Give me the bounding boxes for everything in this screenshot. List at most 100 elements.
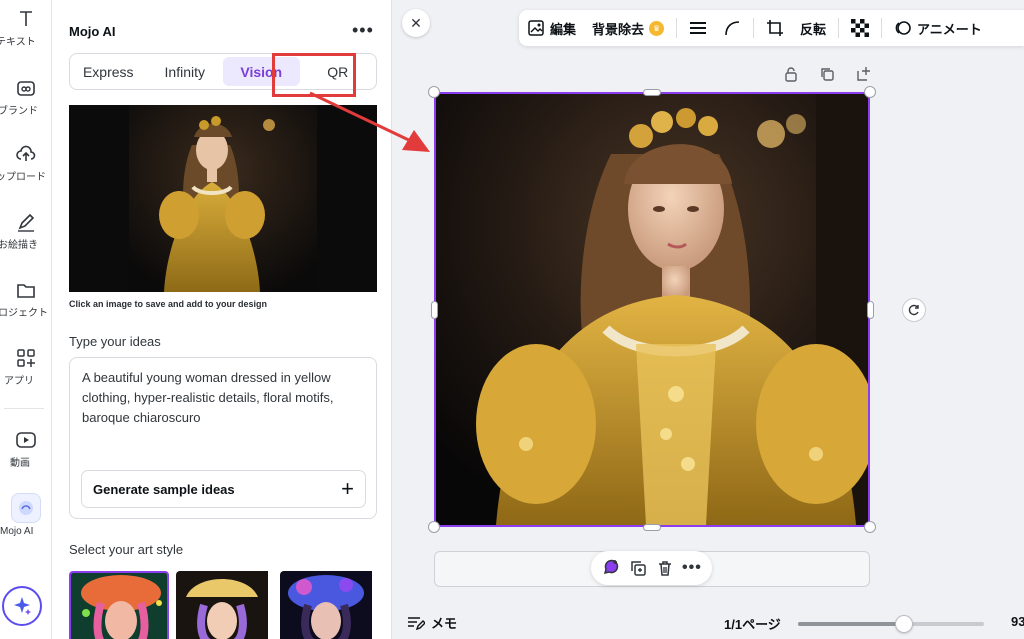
magic-sparkle-button[interactable] (2, 586, 42, 626)
rail-item-draw[interactable]: お絵描き (0, 211, 52, 251)
sparkle-icon (14, 597, 31, 615)
memo-label: メモ (431, 616, 458, 631)
edit-label: 編集 (550, 21, 577, 37)
rail-item-upload[interactable]: アップロード (0, 143, 52, 183)
canvas-area: ✕ 編集 背景除去 ♛ 反転 アニメート ••• メモ 1/1ページ 93 (393, 0, 1024, 639)
rail-divider (4, 408, 44, 409)
trash-icon[interactable] (656, 559, 674, 577)
rail-item-text[interactable]: テキスト (0, 8, 52, 48)
resize-handle-top[interactable] (643, 89, 661, 96)
upload-icon (16, 145, 36, 161)
zoom-slider[interactable] (798, 615, 984, 633)
video-icon (16, 432, 36, 448)
duplicate-icon[interactable] (819, 66, 835, 82)
floating-actions: ••• (591, 551, 712, 585)
rotate-icon (908, 304, 919, 316)
rail-item-mojo-ai[interactable]: Mojo AI (0, 493, 52, 537)
selected-image[interactable] (434, 92, 870, 527)
crop-icon (767, 20, 784, 36)
memo-button[interactable]: メモ (407, 613, 457, 632)
art-style-thumb[interactable] (280, 571, 380, 639)
zoom-slider-fill (798, 622, 904, 626)
tab-qr[interactable]: QR (300, 54, 377, 89)
mode-tabs: Express Infinity Vision QR (69, 53, 377, 90)
resize-handle-bottom-right[interactable] (864, 521, 876, 533)
text-icon (20, 11, 32, 26)
lock-icon[interactable] (783, 66, 799, 82)
portrait-image (69, 105, 377, 292)
element-actions (783, 66, 871, 82)
toolbar-divider (753, 18, 755, 38)
apps-icon (17, 349, 35, 367)
border-style-icon (690, 22, 707, 34)
mojo-ai-panel: Mojo AI ••• Express Infinity Vision QR C… (52, 0, 392, 639)
crown-icon: ♛ (649, 20, 665, 36)
rail-item-apps[interactable]: アプリ (0, 347, 52, 387)
duplicate-icon[interactable] (629, 559, 647, 577)
rail-item-video[interactable]: 動画 (0, 429, 52, 469)
art-style-image (176, 571, 268, 639)
tab-vision[interactable]: Vision (223, 57, 300, 86)
page-counter[interactable]: 1/1ページ (724, 614, 781, 633)
more-options-icon[interactable]: ••• (352, 20, 374, 41)
side-rail: テキスト ブランド アップロード お絵描き プロジェクト アプリ 動画 Mojo… (0, 0, 52, 639)
flip-button[interactable]: 反転 (792, 19, 834, 38)
art-style-image (71, 573, 167, 639)
draw-icon (18, 213, 35, 232)
preview-caption: Click an image to save and add to your d… (69, 299, 268, 309)
crop-button[interactable] (758, 19, 792, 37)
art-style-thumb[interactable] (176, 571, 276, 639)
corner-rounding-button[interactable] (715, 19, 749, 37)
toolbar-divider (881, 18, 883, 38)
art-style-label: Select your art style (69, 542, 184, 557)
ideas-text[interactable]: A beautiful young woman dressed in yello… (82, 368, 367, 428)
generate-sample-ideas-button[interactable]: Generate sample ideas + (81, 470, 366, 508)
corner-rounding-icon (725, 21, 740, 36)
portrait-image (436, 94, 868, 525)
tab-infinity[interactable]: Infinity (147, 54, 224, 89)
folder-icon (17, 284, 35, 298)
rail-item-brand[interactable]: ブランド (0, 77, 52, 117)
close-button[interactable]: ✕ (402, 9, 430, 37)
brand-icon (17, 81, 35, 96)
generated-image-preview[interactable] (69, 105, 377, 292)
rotate-button[interactable] (902, 298, 926, 322)
add-page-icon[interactable] (855, 66, 871, 82)
animate-button[interactable]: アニメート (886, 19, 990, 38)
mojo-ai-icon (11, 493, 41, 523)
more-icon[interactable]: ••• (682, 559, 702, 577)
resize-handle-bottom-left[interactable] (428, 521, 440, 533)
notes-icon (408, 616, 425, 630)
transparency-button[interactable] (843, 19, 877, 37)
bg-remove-button[interactable]: 背景除去 ♛ (584, 19, 672, 38)
animate-icon (895, 21, 911, 35)
ideas-label: Type your ideas (69, 334, 161, 349)
resize-handle-top-right[interactable] (864, 86, 876, 98)
image-toolbar: 編集 背景除去 ♛ 反転 アニメート (519, 10, 1024, 46)
comment-icon[interactable] (601, 558, 621, 578)
ideas-input[interactable]: A beautiful young woman dressed in yello… (69, 357, 377, 519)
rail-item-projects[interactable]: プロジェクト (0, 279, 52, 319)
resize-handle-bottom[interactable] (643, 524, 661, 531)
resize-handle-top-left[interactable] (428, 86, 440, 98)
zoom-level[interactable]: 93 (1011, 614, 1024, 629)
plus-icon: + (341, 476, 354, 501)
toolbar-divider (676, 18, 678, 38)
generate-label: Generate sample ideas (93, 481, 235, 497)
border-style-button[interactable] (681, 19, 715, 37)
zoom-slider-knob[interactable] (895, 615, 913, 633)
footer-bar: メモ 1/1ページ 93 (393, 604, 1024, 639)
image-edit-icon (528, 20, 544, 36)
bg-remove-label: 背景除去 (592, 21, 645, 37)
resize-handle-right[interactable] (867, 301, 874, 319)
toolbar-divider (838, 18, 840, 38)
tab-express[interactable]: Express (70, 54, 147, 89)
edit-image-button[interactable]: 編集 (519, 19, 584, 38)
resize-handle-left[interactable] (431, 301, 438, 319)
panel-title: Mojo AI (69, 24, 116, 39)
art-style-image (280, 571, 372, 639)
flip-label: 反転 (800, 21, 827, 37)
animate-label: アニメート (917, 21, 982, 37)
art-style-thumb[interactable] (69, 571, 169, 639)
transparency-icon (851, 19, 870, 37)
